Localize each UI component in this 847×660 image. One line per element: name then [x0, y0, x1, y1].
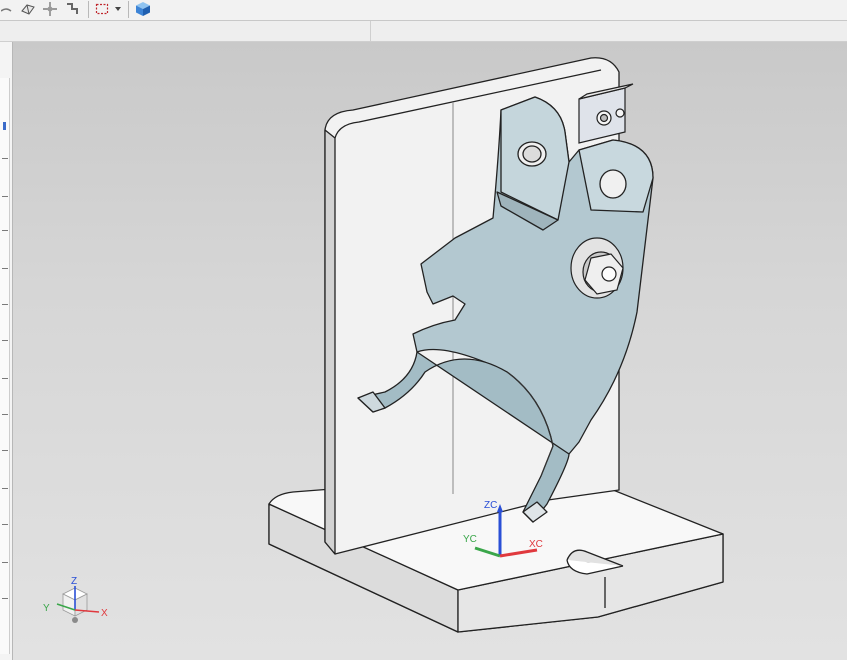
secondary-toolbar	[0, 21, 847, 42]
render-style-cube-icon[interactable]	[133, 0, 153, 18]
move-point-icon[interactable]	[40, 0, 60, 18]
triad-z-label: Z	[71, 576, 77, 587]
tree-node[interactable]	[2, 268, 8, 269]
part-navigator-panel[interactable]	[0, 42, 13, 660]
tree-node[interactable]	[2, 304, 8, 305]
tree-node[interactable]	[2, 230, 8, 231]
yc-label: YC	[463, 534, 477, 545]
selection-box-icon[interactable]	[93, 0, 111, 18]
view-triad[interactable]: Z Y X	[43, 576, 108, 623]
tree-node[interactable]	[2, 598, 8, 599]
tree-node[interactable]	[2, 378, 8, 379]
triad-origin-icon	[72, 617, 78, 623]
zc-label: ZC	[484, 500, 497, 511]
hex-nut[interactable]	[570, 237, 624, 299]
toolbar-separator	[128, 1, 129, 18]
edge-blend-icon[interactable]	[18, 0, 38, 18]
dropdown-arrow-icon[interactable]	[112, 0, 124, 18]
tree-node[interactable]	[2, 196, 8, 197]
triad-x-label: X	[101, 608, 108, 619]
triad-y-label: Y	[43, 603, 50, 614]
graphics-viewport[interactable]: ZC YC XC Z Y X	[13, 42, 847, 660]
toolbar-divider	[370, 21, 371, 41]
snap-point-icon[interactable]	[62, 0, 82, 18]
model-scene[interactable]: ZC YC XC Z Y X	[13, 42, 847, 660]
tree-node[interactable]	[2, 450, 8, 451]
xc-label: XC	[529, 539, 543, 550]
selected-node-marker	[3, 122, 6, 130]
main-toolbar	[0, 0, 847, 21]
navigator-tree[interactable]	[0, 78, 10, 654]
tree-node[interactable]	[2, 562, 8, 563]
toolbar-separator	[88, 1, 89, 18]
partial-tool-icon[interactable]	[0, 0, 14, 18]
tree-node[interactable]	[2, 414, 8, 415]
tree-node[interactable]	[2, 340, 8, 341]
tree-node[interactable]	[2, 158, 8, 159]
tree-node[interactable]	[2, 488, 8, 489]
tree-node[interactable]	[2, 524, 8, 525]
